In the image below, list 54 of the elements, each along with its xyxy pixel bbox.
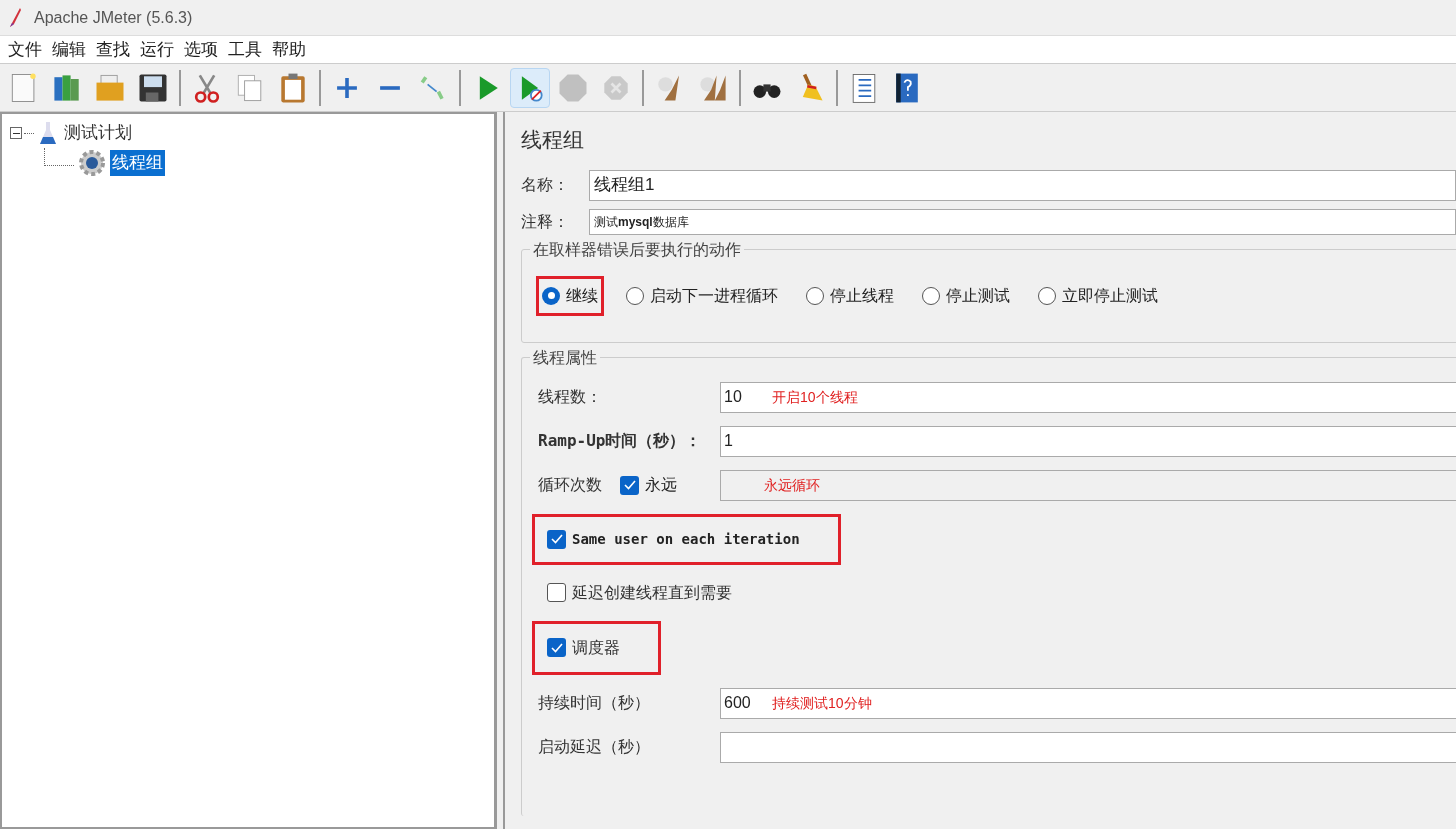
input-field[interactable]: 600 持续测试10分钟	[720, 687, 1456, 719]
radio-button[interactable]	[626, 286, 644, 305]
annotation-text: 永远循环	[764, 475, 820, 495]
menu-item[interactable]: 选项	[180, 36, 222, 63]
field-label: 持续时间（秒）	[538, 693, 650, 713]
loop-count-field[interactable]: 永远循环	[720, 469, 1456, 501]
field-label: 注释：	[521, 211, 570, 232]
play-no-timer-icon[interactable]	[510, 67, 550, 108]
collapse-icon[interactable]	[10, 127, 22, 139]
input-field[interactable]: 1	[720, 425, 1456, 457]
radio-button[interactable]	[542, 286, 560, 305]
checkbox-option[interactable]: 延迟创建线程直到需要	[532, 577, 747, 608]
menu-item[interactable]: 帮助	[268, 36, 310, 63]
name-field[interactable]: 线程组1	[589, 169, 1456, 201]
annotation-text: 持续测试10分钟	[772, 693, 872, 713]
gear-icon	[78, 149, 106, 177]
radio-option[interactable]: 启动下一进程循环	[620, 275, 784, 316]
checkbox[interactable]	[620, 475, 639, 495]
checkmark-icon	[623, 480, 636, 490]
radio-option[interactable]: 停止测试	[916, 275, 1016, 316]
checkbox[interactable]	[547, 638, 566, 657]
radio-button[interactable]	[1038, 286, 1056, 305]
comment-field[interactable]: 测试mysql数据库	[589, 208, 1456, 235]
field-label: Ramp-Up时间（秒）：	[538, 430, 702, 452]
flask-icon	[38, 120, 58, 146]
field-label: 线程数：	[538, 387, 602, 407]
window-title: Apache JMeter (5.6.3)	[34, 7, 193, 28]
checkmark-icon	[550, 534, 563, 544]
input-field[interactable]: 10 开启10个线程	[720, 381, 1456, 413]
menu-item[interactable]: 查找	[92, 36, 134, 63]
annotation-text: 开启10个线程	[772, 387, 858, 407]
checkbox-option[interactable]: Same user on each iteration	[532, 513, 841, 565]
radio-button[interactable]	[922, 286, 940, 305]
field-label: 启动延迟（秒）	[538, 737, 650, 757]
menu-item[interactable]: 文件	[4, 36, 46, 63]
radio-option[interactable]: 继续	[536, 275, 604, 316]
forever-checkbox[interactable]: 永远	[620, 473, 677, 497]
menu-item[interactable]: 编辑	[48, 36, 90, 63]
radio-option[interactable]: 立即停止测试	[1032, 275, 1164, 316]
checkbox[interactable]	[547, 529, 566, 549]
input-field[interactable]	[720, 731, 1456, 763]
checkbox[interactable]	[547, 583, 566, 602]
radio-option[interactable]: 停止线程	[800, 275, 900, 316]
app-logo-icon	[8, 6, 22, 29]
field-label: 名称：	[521, 175, 570, 195]
menu-item[interactable]: 工具	[224, 36, 266, 63]
checkbox-option[interactable]: 调度器	[532, 620, 661, 675]
tree-item[interactable]: 测试计划	[62, 120, 134, 146]
field-label: 循环次数	[538, 475, 602, 495]
panel-title: 线程组	[521, 127, 585, 153]
menu-item[interactable]: 运行	[136, 36, 178, 63]
tree-item[interactable]: 线程组	[110, 150, 165, 176]
checkmark-icon	[550, 642, 563, 653]
radio-button[interactable]	[806, 286, 824, 305]
